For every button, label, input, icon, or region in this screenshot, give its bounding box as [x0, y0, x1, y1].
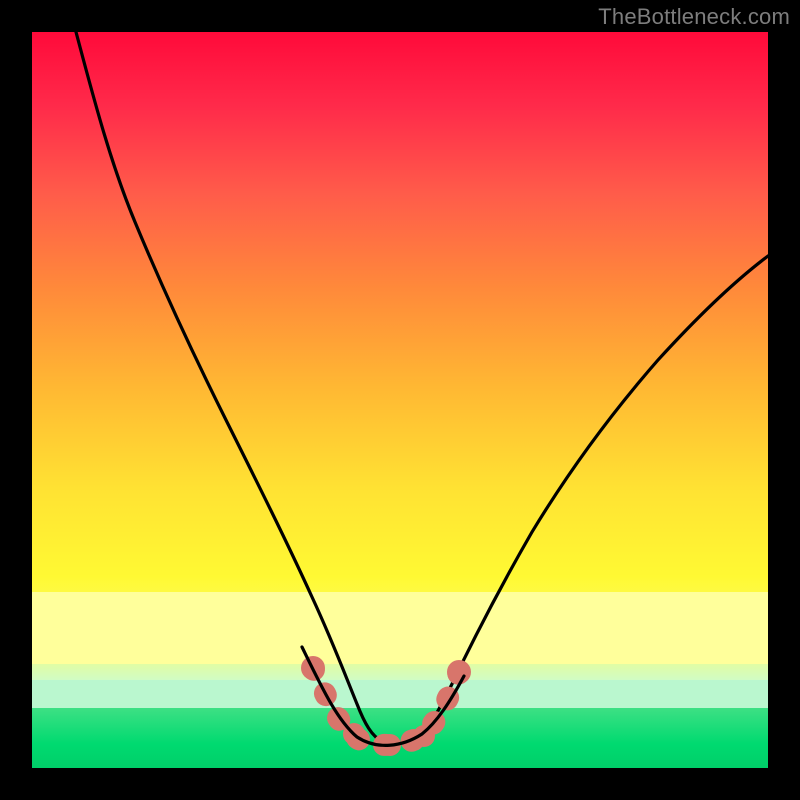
salmon-highlight — [313, 668, 459, 745]
plot-area — [32, 32, 768, 768]
watermark-text: TheBottleneck.com — [598, 4, 790, 30]
bottleneck-curve — [76, 32, 768, 744]
salmon-dot-right — [447, 660, 471, 684]
chart-svg — [32, 32, 768, 768]
outer-frame: TheBottleneck.com — [0, 0, 800, 800]
